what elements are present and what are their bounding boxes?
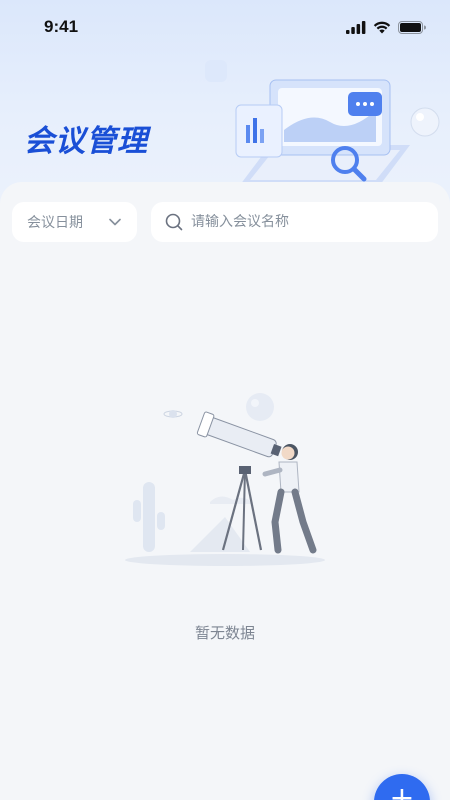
meeting-date-select[interactable]: 会议日期 (12, 202, 137, 242)
meeting-search-box[interactable] (151, 202, 438, 242)
status-time: 9:41 (44, 17, 79, 36)
status-icons (346, 20, 426, 34)
page-title: 会议管理 (24, 124, 148, 159)
meeting-search-input[interactable] (191, 214, 424, 230)
battery-icon (398, 20, 426, 34)
signal-icon (346, 20, 366, 34)
filter-bar: 会议日期 (12, 202, 438, 242)
empty-state-text: 暂无数据 (194, 624, 255, 642)
search-icon (165, 213, 183, 231)
meeting-date-label: 会议日期 (27, 215, 83, 231)
chevron-down-icon (109, 218, 121, 226)
meeting-dashboard-illustration (205, 60, 440, 185)
status-bar: 9:41 (0, 0, 450, 54)
empty-state-illustration (125, 393, 325, 566)
wifi-icon (373, 21, 391, 33)
content-panel: 会议日期 请输入会议名称 暂无数据 (0, 182, 450, 800)
plus-icon: + (389, 781, 415, 800)
